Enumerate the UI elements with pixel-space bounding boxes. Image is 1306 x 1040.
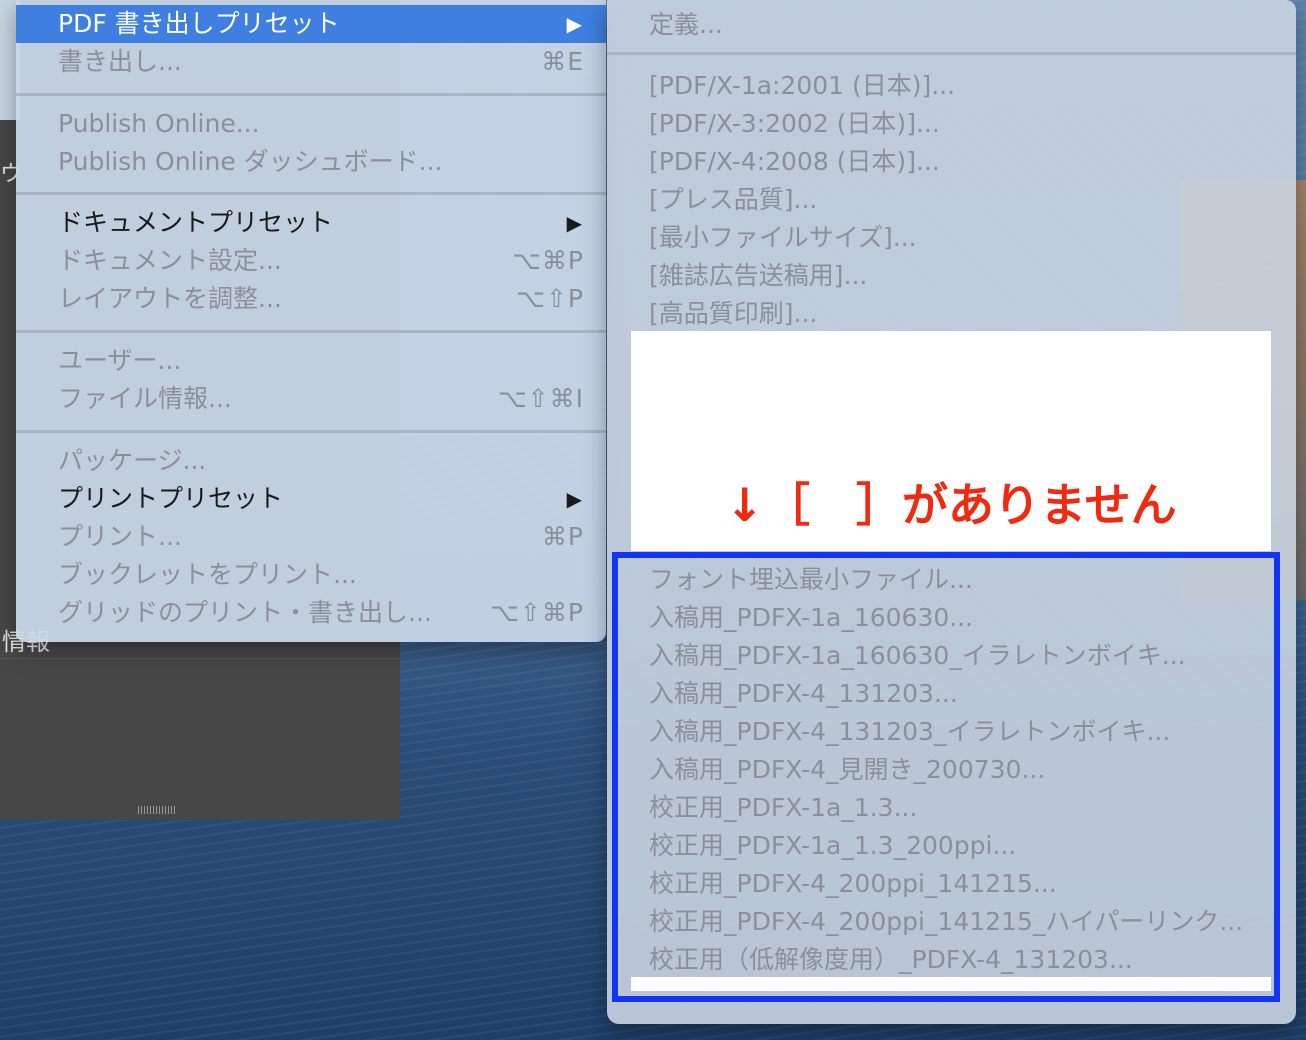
menu-item-label: ドキュメント設定... (58, 246, 282, 275)
menu-item-pdf-export-presets[interactable]: PDF 書き出しプリセット ▶ (16, 5, 606, 43)
menu-item-label: Publish Online... (58, 109, 260, 138)
menu-item-label: ドキュメントプリセット (58, 208, 334, 237)
panel-divider (0, 658, 400, 659)
submenu-item-preset[interactable]: [雑誌広告送稿用]... (649, 257, 867, 295)
resize-grip[interactable] (138, 806, 176, 814)
menu-item-adjust-layout[interactable]: レイアウトを調整... ⌥⇧P (16, 280, 606, 318)
menu-item-label: レイアウトを調整... (58, 284, 282, 313)
submenu-item-define[interactable]: 定義... (649, 6, 723, 44)
submenu-arrow-icon: ▶ (566, 12, 582, 36)
menu-item-publish-online-dashboard[interactable]: Publish Online ダッシュボード... (16, 143, 606, 181)
submenu-item-preset[interactable]: [高品質印刷]... (649, 295, 817, 333)
menu-item-package[interactable]: パッケージ... (16, 442, 606, 480)
menu-item-file-info[interactable]: ファイル情報... ⌥⇧⌘I (16, 380, 606, 418)
menu-item-grid-print-export[interactable]: グリッドのプリント・書き出し... ⌥⇧⌘P (16, 594, 606, 632)
menu-item-shortcut: ⌥⇧⌘P (490, 598, 584, 627)
menu-item-shortcut: ⌥⇧⌘I (497, 384, 584, 413)
submenu-arrow-icon: ▶ (566, 487, 582, 511)
menu-separator (607, 52, 1296, 55)
menu-separator (16, 192, 606, 195)
menu-item-label: PDF 書き出しプリセット (58, 9, 340, 38)
menu-item-label: ファイル情報... (58, 384, 232, 413)
menu-item-document-setup[interactable]: ドキュメント設定... ⌥⌘P (16, 242, 606, 280)
menu-separator (16, 330, 606, 333)
menu-item-shortcut: ⌘P (541, 522, 584, 551)
submenu-item-preset[interactable]: [PDF/X-3:2002 (日本)]... (649, 105, 940, 143)
submenu-item-preset[interactable]: [プレス品質]... (649, 181, 817, 219)
submenu-item-preset[interactable]: [最小ファイルサイズ]... (649, 219, 917, 257)
submenu-arrow-icon: ▶ (566, 211, 582, 235)
menu-item-user[interactable]: ユーザー... (16, 342, 606, 380)
annotation-bottom-mask (631, 977, 1271, 991)
annotation-note-box: ↓［ ］がありません (631, 331, 1271, 551)
menu-item-publish-online[interactable]: Publish Online... (16, 105, 606, 143)
menu-item-label: ブックレットをプリント... (58, 560, 357, 589)
menu-item-label: 書き出し... (58, 47, 182, 76)
menu-item-print-booklet[interactable]: ブックレットをプリント... (16, 556, 606, 594)
menu-item-label: プリント... (58, 522, 182, 551)
menu-item-label: パッケージ... (58, 446, 207, 475)
menu-item-shortcut: ⌥⌘P (512, 246, 584, 275)
menu-item-print-presets[interactable]: プリントプリセット ▶ (16, 480, 606, 518)
menu-item-shortcut: ⌘E (541, 47, 584, 76)
menu-item-export[interactable]: 書き出し... ⌘E (16, 43, 606, 81)
menu-item-label: グリッドのプリント・書き出し... (58, 598, 432, 627)
menu-separator (16, 430, 606, 433)
menu-item-label: プリントプリセット (58, 484, 284, 513)
annotation-note-text: ↓［ ］がありません (725, 478, 1177, 532)
menu-item-label: ユーザー... (58, 346, 182, 375)
submenu-item-preset[interactable]: [PDF/X-1a:2001 (日本)]... (649, 67, 955, 105)
submenu-item-preset[interactable]: [PDF/X-4:2008 (日本)]... (649, 143, 940, 181)
file-menu: PDF 書き出しプリセット ▶ 書き出し... ⌘E Publish Onlin… (16, 0, 606, 642)
annotation-highlight-rectangle (612, 552, 1280, 1002)
menu-separator (16, 93, 606, 96)
menu-item-shortcut: ⌥⇧P (516, 284, 584, 313)
menu-item-label: Publish Online ダッシュボード... (58, 147, 443, 176)
menu-item-print[interactable]: プリント... ⌘P (16, 518, 606, 556)
menu-item-document-presets[interactable]: ドキュメントプリセット ▶ (16, 204, 606, 242)
